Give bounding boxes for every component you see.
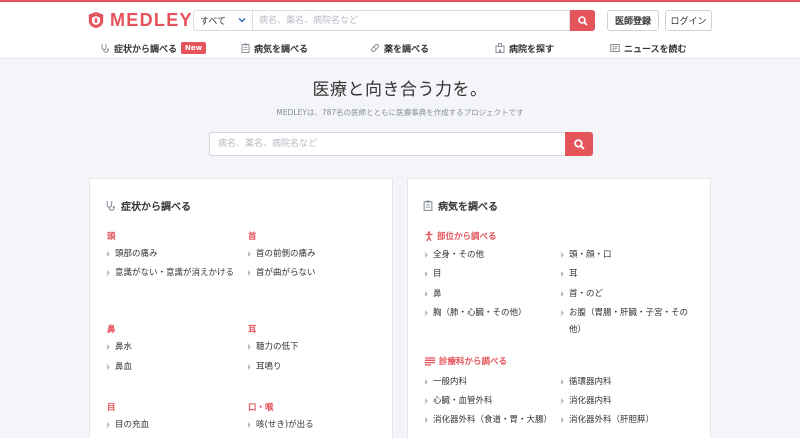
new-badge: New xyxy=(181,42,207,54)
symptom-link[interactable]: 耳鳴り xyxy=(248,359,384,376)
disease-card-title-label: 病気を調べる xyxy=(438,202,498,213)
body-part-link[interactable]: 首・のど xyxy=(561,286,697,303)
symptom-group-neck[interactable]: 首 xyxy=(248,230,257,242)
symptom-group-ear[interactable]: 耳 xyxy=(248,323,257,335)
symptom-link[interactable]: 聴力の低下 xyxy=(248,339,384,356)
symptoms-card: 症状から調べる 頭 頭部の痛み 意識がない・意識が消えかける 首 首の前側の痛み… xyxy=(89,178,393,438)
nav-diseases-label: 病気を調べる xyxy=(254,44,309,55)
body-part-link[interactable]: 全身・その他 xyxy=(425,247,561,264)
department-link[interactable]: 心臓・血管外科 xyxy=(425,393,561,410)
hero-title: 医療と向き合う力を。 xyxy=(312,80,488,100)
search-scope-value: すべて xyxy=(200,17,227,27)
nav-symptoms[interactable]: 症状から調べる New xyxy=(100,38,207,58)
search-icon xyxy=(577,15,588,26)
body-part-link[interactable]: 耳 xyxy=(561,266,697,283)
body-part-link[interactable]: お腹（胃腸・肝臓・子宮・その他） xyxy=(561,305,697,339)
symptom-link[interactable]: 咳(せき)が出る xyxy=(248,417,384,434)
stethoscope-icon xyxy=(106,201,115,211)
nav-news-label: ニュースを読む xyxy=(624,44,687,55)
login-button[interactable]: ログイン xyxy=(665,10,712,31)
header-search-input[interactable] xyxy=(252,10,570,31)
department-heading-label: 診療科から調べる xyxy=(439,357,508,367)
chevron-down-icon xyxy=(238,17,246,23)
hero-search xyxy=(209,132,593,156)
pill-icon xyxy=(371,44,379,52)
symptom-link[interactable]: 首の前側の痛み xyxy=(248,246,384,263)
symptom-link[interactable]: 意識がない・意識が消えかける xyxy=(107,265,243,282)
symptom-link[interactable]: 目の充血 xyxy=(107,417,243,434)
nav-symptoms-label: 症状から調べる xyxy=(114,44,178,55)
symptoms-card-title-label: 症状から調べる xyxy=(121,202,191,213)
body-part-link[interactable]: 鼻 xyxy=(425,286,561,303)
disease-card-title: 病気を調べる xyxy=(423,198,498,213)
medley-logo-icon xyxy=(88,11,104,29)
hero-search-button[interactable] xyxy=(565,132,593,156)
symptom-link[interactable]: 鼻水 xyxy=(107,339,243,356)
nav-hospitals-label: 病院を探す xyxy=(509,44,555,55)
symptom-group-head[interactable]: 頭 xyxy=(107,230,116,242)
symptom-link[interactable]: 頭部の痛み xyxy=(107,246,243,263)
main-nav: 症状から調べる New 病気を調べる 薬を調べる 病院を探す ニュースを読む xyxy=(0,38,800,58)
list-icon xyxy=(425,356,435,366)
hero-subtitle: MEDLEYは、787名の医師とともに医療事典を作成するプロジェクトです xyxy=(276,108,524,117)
symptom-link[interactable]: 鼻血 xyxy=(107,359,243,376)
newspaper-icon xyxy=(610,44,620,52)
hospital-icon xyxy=(495,43,505,53)
nav-medicines-label: 薬を調べる xyxy=(384,44,430,55)
department-link[interactable]: 消化器外科（肝胆膵） xyxy=(561,412,697,429)
header-search-button[interactable] xyxy=(570,10,595,31)
clipboard-icon xyxy=(241,43,250,53)
search-icon xyxy=(573,138,585,150)
department-link[interactable]: 消化器外科（食道・胃・大腸） xyxy=(425,412,561,429)
stethoscope-icon xyxy=(101,44,109,53)
symptom-group-mouth-throat[interactable]: 口・喉 xyxy=(248,401,274,413)
hero-search-input[interactable] xyxy=(209,132,565,156)
site-header: MEDLEY すべて 医師登録 ログイン 症状から調べる New xyxy=(0,2,800,59)
symptoms-card-title: 症状から調べる xyxy=(105,198,191,213)
symptom-link[interactable]: 首が曲がらない xyxy=(248,265,384,282)
clipboard-icon xyxy=(423,200,433,211)
medley-logo[interactable]: MEDLEY xyxy=(87,10,193,30)
body-part-link[interactable]: 目 xyxy=(425,266,561,283)
symptom-group-nose[interactable]: 鼻 xyxy=(107,323,116,335)
human-body-icon xyxy=(425,231,433,241)
nav-diseases[interactable]: 病気を調べる xyxy=(241,38,308,58)
disease-card: 病気を調べる 部位から調べる 全身・その他 頭・顔・口 目 耳 鼻 首・のど 胸… xyxy=(407,178,711,438)
search-scope-select[interactable]: すべて xyxy=(193,10,252,31)
department-link[interactable]: 一般内科 xyxy=(425,374,561,391)
body-part-heading-label: 部位から調べる xyxy=(437,232,497,242)
brand-name: MEDLEY xyxy=(110,9,193,30)
body-part-link[interactable]: 胸（肺・心臓・その他） xyxy=(425,305,561,322)
header-search: すべて xyxy=(193,10,597,31)
body-part-heading: 部位から調べる xyxy=(425,230,497,242)
nav-hospitals[interactable]: 病院を探す xyxy=(495,38,554,58)
nav-news[interactable]: ニュースを読む xyxy=(610,38,687,58)
body-part-link[interactable]: 頭・顔・口 xyxy=(561,247,697,264)
symptom-group-eye[interactable]: 目 xyxy=(107,401,116,413)
nav-medicines[interactable]: 薬を調べる xyxy=(370,38,429,58)
department-link[interactable]: 循環器内科 xyxy=(561,374,697,391)
department-heading: 診療科から調べる xyxy=(425,355,507,367)
doctor-register-button[interactable]: 医師登録 xyxy=(607,10,659,31)
department-link[interactable]: 消化器内科 xyxy=(561,393,697,410)
